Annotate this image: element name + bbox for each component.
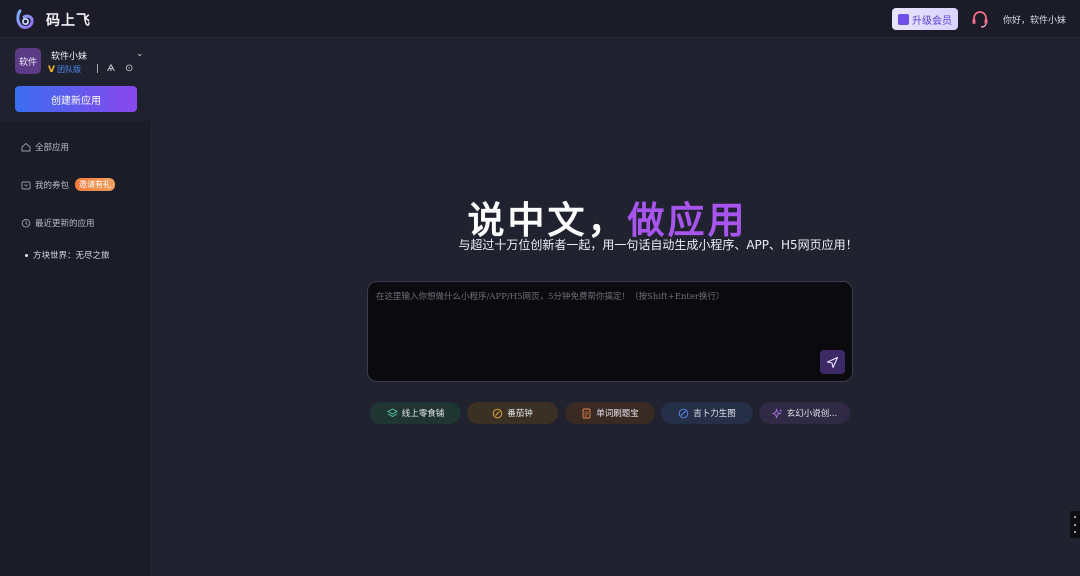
logo-icon[interactable]	[14, 8, 36, 30]
sidebar: 软件 软件小妹 ⌄ V 团队版 | Ѧ ⊙ 创建新应用 全部应用 我的券包 邀请…	[0, 38, 152, 576]
send-icon	[826, 356, 839, 368]
image-icon	[678, 408, 689, 418]
sidebar-item-label: 我的券包	[35, 180, 70, 191]
document-icon	[582, 408, 591, 418]
headset-icon[interactable]	[970, 9, 990, 29]
prompt-box	[367, 281, 853, 382]
chip-label: 单词刷题宝	[596, 409, 639, 419]
create-app-button[interactable]: 创建新应用	[15, 86, 137, 112]
sidebar-item-label: 全部应用	[35, 143, 70, 153]
user-greeting[interactable]: 你好，软件小妹	[1003, 13, 1066, 26]
dot-icon	[1074, 523, 1076, 526]
hero-subtitle: 与超过十万位创新者一起，用一句话自动生成小程序、APP、H5网页应用！	[458, 238, 858, 252]
crown-icon	[898, 13, 909, 25]
side-drag-handle[interactable]	[1070, 511, 1080, 538]
divider: |	[96, 64, 100, 74]
sparkle-icon	[771, 407, 782, 419]
bullet-icon	[25, 253, 28, 257]
home-icon	[21, 142, 31, 152]
vip-icon: V	[48, 64, 55, 75]
layers-icon	[386, 407, 398, 417]
app-name[interactable]: 码上飞	[46, 10, 91, 30]
suggestion-chip-ghibli-image[interactable]: 吉卜力生图	[661, 402, 753, 424]
recent-app-name: 方块世界：无尽之旅	[33, 251, 110, 261]
suggestion-chip-snack-shop[interactable]: 线上零食铺	[370, 402, 461, 424]
suggestion-chip-word-quiz[interactable]: 单词刷题宝	[565, 402, 655, 424]
chip-label: 线上零食铺	[401, 409, 445, 419]
upgrade-label: 升级会员	[912, 15, 952, 27]
suggestion-chip-fantasy-novel[interactable]: 玄幻小说创...	[759, 402, 850, 424]
team-panel: 软件 软件小妹 ⌄ V 团队版 | Ѧ ⊙ 创建新应用	[0, 38, 152, 121]
settings-icon[interactable]: ⊙	[125, 63, 133, 74]
chip-label: 番茄钟	[507, 409, 533, 419]
prompt-input[interactable]	[376, 290, 816, 350]
dot-icon	[1074, 530, 1076, 533]
top-bar: 码上飞 升级会员 你好，软件小妹	[0, 0, 1080, 38]
team-avatar[interactable]: 软件	[15, 48, 41, 74]
wallet-icon	[21, 181, 31, 189]
team-edition-badge: V 团队版	[48, 64, 81, 75]
sidebar-item-all-apps[interactable]: 全部应用	[21, 141, 69, 153]
translate-icon[interactable]: Ѧ	[107, 64, 115, 74]
recent-app-item[interactable]: 方块世界：无尽之旅	[25, 249, 110, 261]
upgrade-member-button[interactable]: 升级会员	[892, 8, 958, 30]
chevron-down-icon[interactable]: ⌄	[136, 49, 144, 59]
team-edition-label: 团队版	[56, 65, 81, 74]
chip-label: 吉卜力生图	[693, 409, 736, 419]
suggestion-chip-pomodoro[interactable]: 番茄钟	[467, 402, 558, 424]
clock-icon	[492, 408, 503, 418]
send-button[interactable]	[820, 350, 845, 374]
team-name[interactable]: 软件小妹	[51, 49, 87, 62]
chip-label: 玄幻小说创...	[786, 409, 838, 419]
dot-icon	[1074, 516, 1076, 519]
